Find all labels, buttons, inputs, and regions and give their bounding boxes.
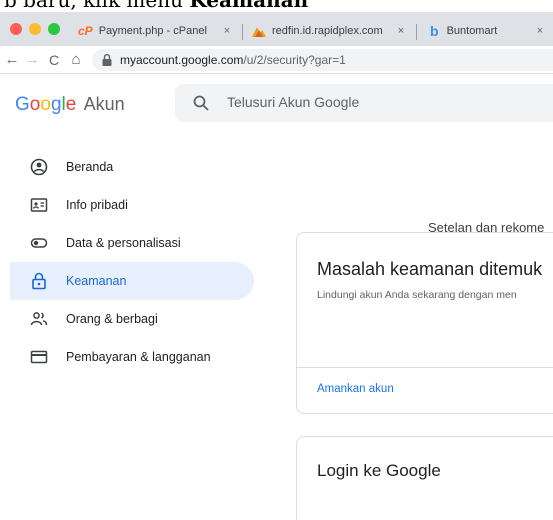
- sidebar-item-label: Info pribadi: [66, 198, 128, 212]
- sidebar-item-orang-berbagi[interactable]: Orang & berbagi: [0, 300, 255, 338]
- people-icon: [30, 310, 48, 328]
- account-search-box[interactable]: [175, 84, 553, 122]
- minimize-window-button[interactable]: [29, 23, 41, 35]
- close-icon[interactable]: ×: [394, 25, 408, 37]
- buntomart-favicon-icon: b: [430, 23, 439, 39]
- sidebar-item-label: Orang & berbagi: [66, 312, 158, 326]
- id-card-icon: [30, 196, 48, 214]
- sidebar-item-data-personalisasi[interactable]: Data & personalisasi: [0, 224, 255, 262]
- credit-card-icon: [30, 348, 48, 366]
- lock-icon: [102, 54, 112, 66]
- sidebar-item-label: Keamanan: [66, 274, 127, 288]
- browser-tab-buntomart[interactable]: b Buntomart ×: [418, 16, 553, 46]
- maximize-window-button[interactable]: [48, 23, 60, 35]
- sidebar-nav: Beranda Info pribadi Data & personalisas…: [0, 148, 258, 376]
- account-circle-icon: [30, 158, 48, 176]
- back-arrow-icon[interactable]: ←: [2, 50, 22, 70]
- close-icon[interactable]: ×: [533, 25, 547, 37]
- toggle-icon: [30, 234, 48, 252]
- close-window-button[interactable]: [10, 23, 22, 35]
- sidebar-item-label: Data & personalisasi: [66, 236, 181, 250]
- browser-toolbar: ← → C ⌂ myaccount.google.com/u/2/securit…: [0, 46, 553, 74]
- cpanel-favicon-icon: cP: [78, 24, 93, 38]
- address-bar[interactable]: myaccount.google.com/u/2/security?gar=1: [92, 49, 553, 71]
- search-icon: [193, 95, 209, 111]
- browser-tab-cpanel[interactable]: cP Payment.php - cPanel ×: [72, 16, 240, 46]
- google-akun-logo[interactable]: Google Akun: [15, 94, 125, 116]
- forward-arrow-icon[interactable]: →: [22, 50, 42, 70]
- tab-title: Buntomart: [446, 25, 498, 37]
- tab-separator: [242, 24, 243, 40]
- sidebar-item-keamanan[interactable]: Keamanan: [10, 262, 254, 300]
- browser-tab-redfin[interactable]: redfin.id.rapidplex.com ×: [244, 16, 414, 46]
- home-icon[interactable]: ⌂: [66, 50, 86, 70]
- secure-account-link[interactable]: Amankan akun: [317, 383, 394, 395]
- sidebar-item-label: Beranda: [66, 160, 114, 174]
- search-input[interactable]: [227, 94, 527, 110]
- google-account-header: Google Akun: [0, 74, 553, 132]
- card-divider: [297, 367, 553, 368]
- card-title: Masalah keamanan ditemuk: [317, 259, 543, 279]
- card-title: Login ke Google: [317, 461, 441, 480]
- close-icon[interactable]: ×: [220, 25, 234, 37]
- sidebar-item-beranda[interactable]: Beranda: [0, 148, 255, 186]
- caption-text: b baru, klik menu Keamanan: [4, 0, 309, 12]
- rapidplex-favicon-icon: [252, 27, 266, 37]
- tab-separator: [416, 24, 417, 40]
- signin-google-card: Login ke Google: [296, 436, 553, 520]
- sidebar-item-info-pribadi[interactable]: Info pribadi: [0, 186, 255, 224]
- tab-title: redfin.id.rapidplex.com: [272, 25, 383, 37]
- sidebar-item-label: Pembayaran & langganan: [66, 350, 211, 364]
- security-issue-card: Masalah keamanan ditemuk Lindungi akun A…: [296, 232, 553, 414]
- reload-icon[interactable]: C: [44, 50, 64, 70]
- lock-icon: [30, 272, 48, 290]
- browser-tab-bar: cP Payment.php - cPanel × redfin.id.rapi…: [0, 12, 553, 46]
- card-description: Lindungi akun Anda sekarang dengan men: [317, 289, 517, 301]
- sidebar-item-pembayaran-langganan[interactable]: Pembayaran & langganan: [0, 338, 255, 376]
- caption-strip: b baru, klik menu Keamanan: [0, 0, 553, 12]
- tab-title: Payment.php - cPanel: [98, 25, 207, 37]
- url-text: myaccount.google.com/u/2/security?gar=1: [120, 53, 346, 67]
